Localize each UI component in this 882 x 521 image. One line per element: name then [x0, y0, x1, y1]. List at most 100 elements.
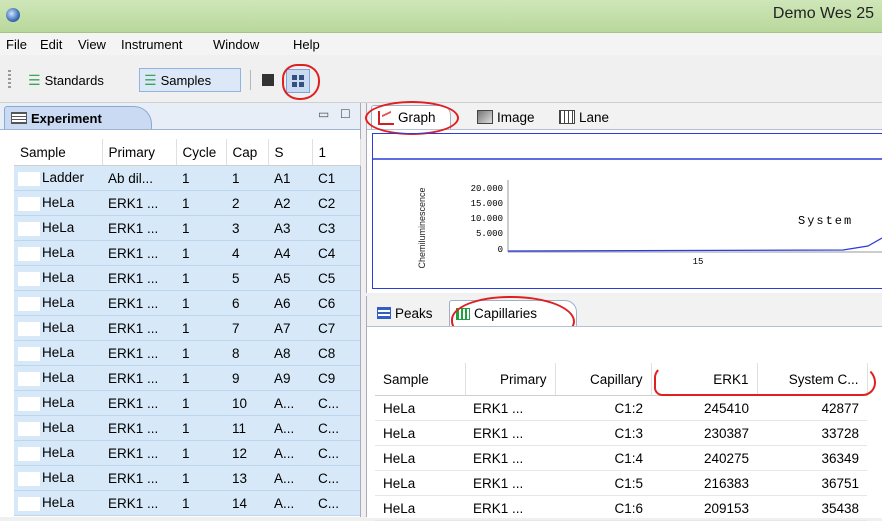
cell-sample: HeLa: [42, 295, 75, 311]
row-checkbox[interactable]: [18, 221, 40, 236]
tab-image[interactable]: Image: [471, 105, 541, 129]
title-bar: Demo Wes 25: [0, 0, 882, 33]
row-checkbox[interactable]: [18, 471, 40, 486]
col-s[interactable]: S: [268, 139, 313, 166]
table-row[interactable]: HeLa ERK1 ... 1 8 A8 C8: [14, 340, 360, 366]
cell-cycle: 1: [176, 390, 226, 416]
table-row[interactable]: HeLa ERK1 ... 1 4 A4 C4: [14, 240, 360, 266]
tab-graph[interactable]: Graph: [371, 105, 451, 129]
experiment-panel: Experiment ▭ ☐ Sample Primary Cycle Cap …: [0, 103, 361, 517]
cap-cell-sample: HeLa: [375, 420, 465, 446]
cap-col-primary[interactable]: Primary: [465, 363, 556, 396]
table-row[interactable]: HeLa ERK1 ... 1 12 A... C...: [14, 440, 360, 466]
window-title: Demo Wes 25: [772, 5, 874, 22]
cell-col1: C3: [312, 215, 360, 241]
cell-primary: ERK1 ...: [102, 415, 176, 441]
row-checkbox[interactable]: [18, 346, 40, 361]
col-cycle[interactable]: Cycle: [176, 139, 227, 166]
table-row[interactable]: Ladder Ab dil... 1 1 A1 C1: [14, 165, 360, 191]
cell-sample: HeLa: [42, 220, 75, 236]
standards-button[interactable]: ☰ Standards: [24, 68, 108, 92]
table-row[interactable]: HeLa ERK1 ... 1 6 A6 C6: [14, 290, 360, 316]
cell-s: A...: [268, 465, 312, 491]
minimize-icon[interactable]: ▭: [318, 107, 329, 121]
cell-col1: C4: [312, 240, 360, 266]
row-checkbox[interactable]: [18, 396, 40, 411]
cell-s: A...: [268, 440, 312, 466]
cell-sample: HeLa: [42, 320, 75, 336]
table-row[interactable]: HeLa ERK1 ... 1 2 A2 C2: [14, 190, 360, 216]
row-checkbox[interactable]: [18, 371, 40, 386]
menu-instrument[interactable]: Instrument: [121, 37, 182, 52]
cap-col-system[interactable]: System C...: [757, 363, 868, 396]
cell-s: A9: [268, 365, 312, 391]
tab-peaks[interactable]: Peaks: [371, 300, 439, 326]
tab-lane[interactable]: Lane: [553, 105, 615, 129]
row-checkbox[interactable]: [18, 196, 40, 211]
cap-col-sample[interactable]: Sample: [375, 363, 466, 396]
lower-tab-bar: Peaks Capillaries: [367, 296, 882, 326]
cap-cell-erk1: 216383: [651, 470, 757, 496]
single-view-icon[interactable]: [262, 74, 274, 86]
row-checkbox[interactable]: [18, 246, 40, 261]
cell-cap: 2: [226, 190, 268, 216]
cap-col-capillary[interactable]: Capillary: [555, 363, 652, 396]
cell-cycle: 1: [176, 165, 226, 191]
table-row[interactable]: HeLa ERK1 ... 1 14 A... C...: [14, 490, 360, 516]
cell-sample-wrapper: HeLa: [14, 315, 102, 341]
table-row[interactable]: HeLa ERK1 ... 1 11 A... C...: [14, 415, 360, 441]
samples-button[interactable]: ☰ Samples: [139, 68, 241, 92]
row-checkbox[interactable]: [18, 446, 40, 461]
cell-primary: ERK1 ...: [102, 365, 176, 391]
cap-col-erk1[interactable]: ERK1: [651, 363, 758, 396]
tab-capillaries[interactable]: Capillaries: [449, 300, 577, 326]
tab-capillaries-label: Capillaries: [474, 306, 538, 321]
row-checkbox[interactable]: [18, 271, 40, 286]
cell-col1: C2: [312, 190, 360, 216]
toolbar-grip[interactable]: [8, 70, 11, 90]
row-checkbox[interactable]: [18, 421, 40, 436]
table-row[interactable]: HeLa ERK1 ... 1 3 A3 C3: [14, 215, 360, 241]
cell-sample-wrapper: HeLa: [14, 440, 102, 466]
table-row[interactable]: HeLa ERK1 ... 1 9 A9 C9: [14, 365, 360, 391]
cell-sample-wrapper: HeLa: [14, 465, 102, 491]
cap-cell-primary: ERK1 ...: [465, 470, 555, 496]
cell-col1: C8: [312, 340, 360, 366]
cap-cell-sample: HeLa: [375, 395, 465, 421]
table-row[interactable]: HeLa ERK1 ... 1 7 A7 C7: [14, 315, 360, 341]
maximize-icon[interactable]: ☐: [340, 107, 351, 121]
cell-cap: 1: [226, 165, 268, 191]
cell-s: A3: [268, 215, 312, 241]
row-checkbox[interactable]: [18, 171, 40, 186]
table-row[interactable]: HeLa ERK1 ... C1:4 240275 36349: [375, 445, 867, 471]
table-row[interactable]: HeLa ERK1 ... 1 13 A... C...: [14, 465, 360, 491]
row-checkbox[interactable]: [18, 296, 40, 311]
cell-cycle: 1: [176, 365, 226, 391]
cap-cell-system: 36751: [757, 470, 867, 496]
row-checkbox[interactable]: [18, 321, 40, 336]
cell-sample: HeLa: [42, 495, 75, 511]
menu-view[interactable]: View: [78, 37, 106, 52]
cell-s: A2: [268, 190, 312, 216]
experiment-tab[interactable]: Experiment: [4, 106, 152, 129]
table-row[interactable]: HeLa ERK1 ... C1:5 216383 36751: [375, 470, 867, 496]
cell-cycle: 1: [176, 240, 226, 266]
grid-view-icon[interactable]: [286, 69, 310, 93]
cell-cycle: 1: [176, 265, 226, 291]
col-sample[interactable]: Sample: [14, 139, 103, 166]
menu-window[interactable]: Window: [213, 37, 259, 52]
cell-sample-wrapper: HeLa: [14, 340, 102, 366]
menu-edit[interactable]: Edit: [40, 37, 62, 52]
cell-sample-wrapper: HeLa: [14, 415, 102, 441]
table-row[interactable]: HeLa ERK1 ... 1 10 A... C...: [14, 390, 360, 416]
col-1[interactable]: 1: [312, 139, 361, 166]
menu-help[interactable]: Help: [293, 37, 320, 52]
col-primary[interactable]: Primary: [102, 139, 177, 166]
menu-file[interactable]: File: [6, 37, 27, 52]
table-row[interactable]: HeLa ERK1 ... 1 5 A5 C5: [14, 265, 360, 291]
table-row[interactable]: HeLa ERK1 ... C1:2 245410 42877: [375, 395, 867, 421]
row-checkbox[interactable]: [18, 496, 40, 511]
table-row[interactable]: HeLa ERK1 ... C1:3 230387 33728: [375, 420, 867, 446]
col-cap[interactable]: Cap: [226, 139, 269, 166]
cell-cap: 4: [226, 240, 268, 266]
